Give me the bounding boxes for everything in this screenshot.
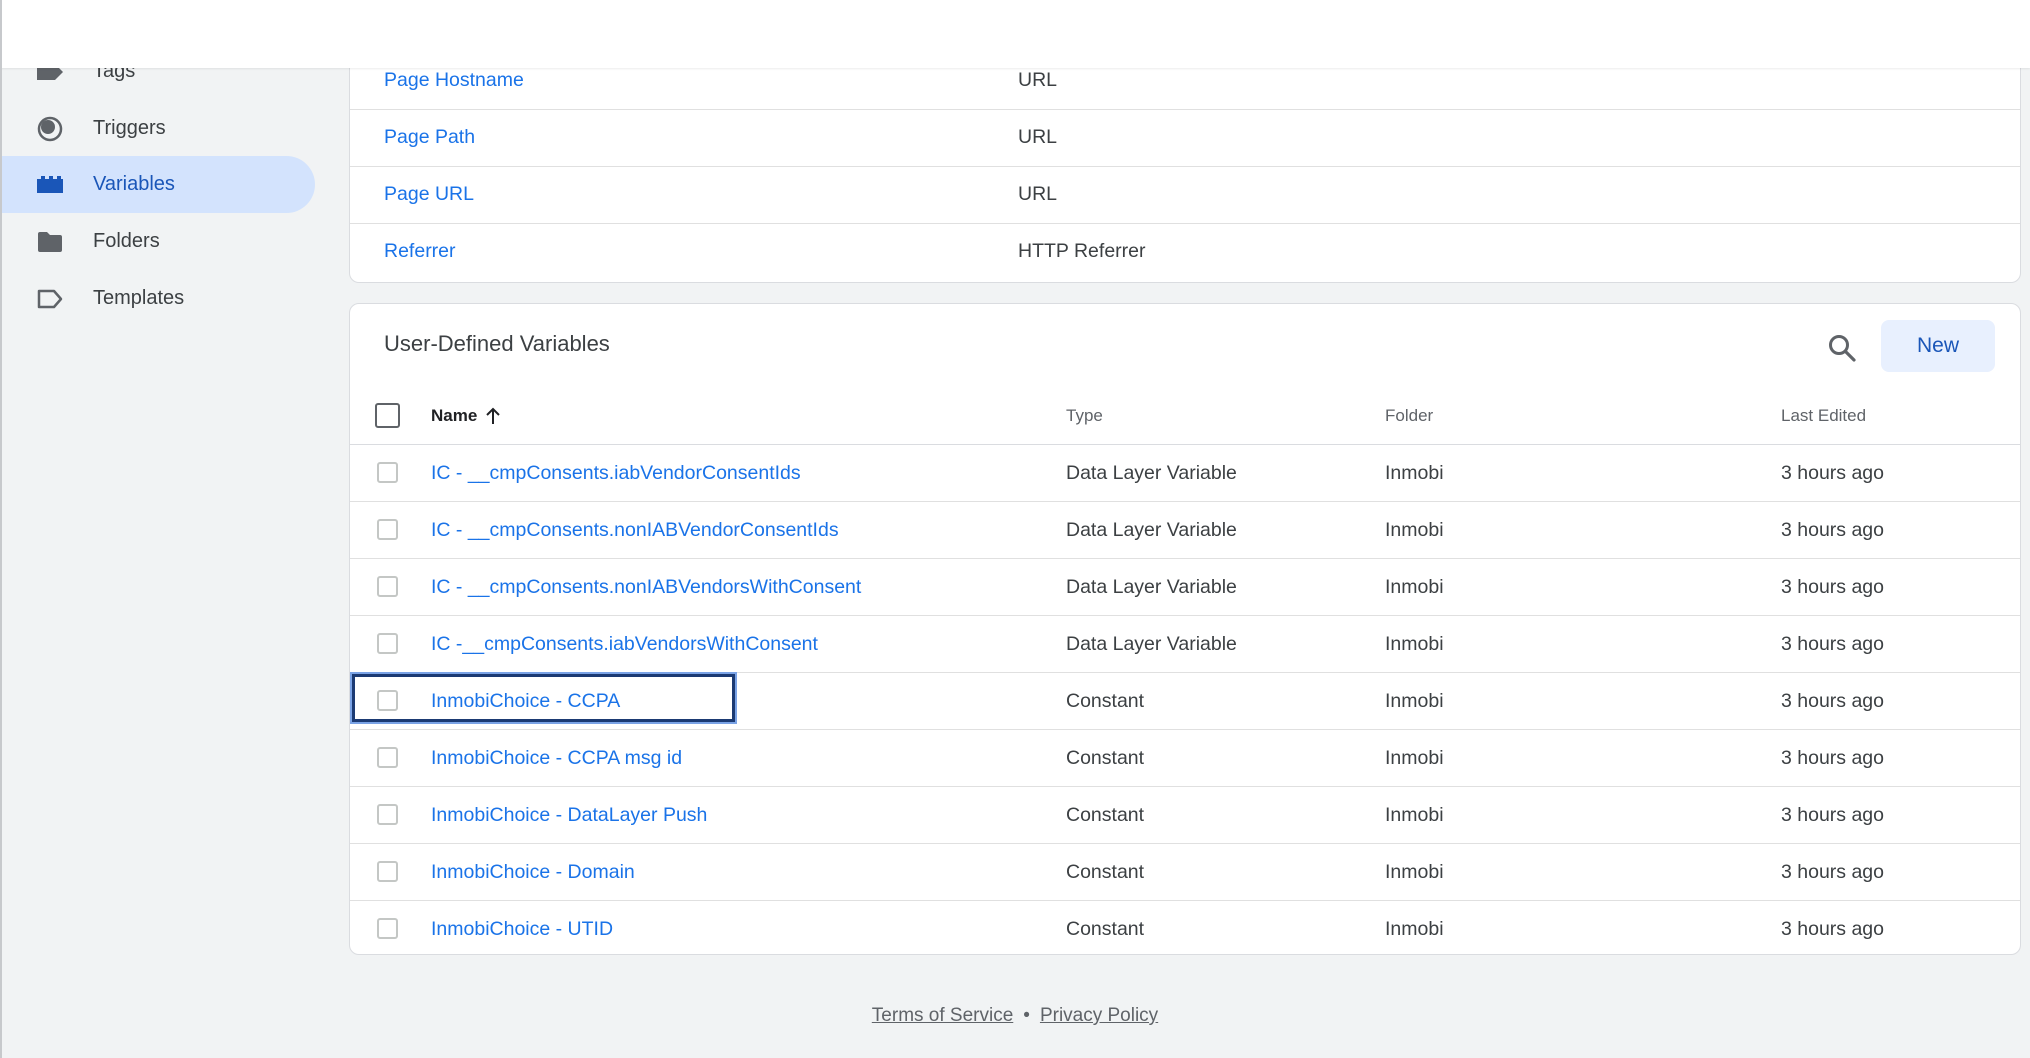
- row-checkbox[interactable]: [377, 918, 398, 939]
- variables-icon: [35, 170, 65, 200]
- table-header: Name Type Folder Last Edited: [350, 387, 2020, 445]
- row-checkbox[interactable]: [377, 804, 398, 825]
- variable-folder: Inmobi: [1385, 462, 1444, 484]
- table-row[interactable]: InmobiChoice - UTID Constant Inmobi 3 hours…: [350, 901, 2020, 957]
- search-icon: [1829, 335, 1856, 362]
- card-title: User-Defined Variables: [384, 331, 610, 356]
- row-checkbox[interactable]: [377, 519, 398, 540]
- variable-folder: Inmobi: [1385, 861, 1444, 883]
- table-row: Referrer HTTP Referrer: [350, 223, 2020, 280]
- variable-type: Constant: [1066, 690, 1145, 712]
- variable-name-link[interactable]: IC - __cmpConsents.iabVendorConsentIds: [431, 445, 801, 502]
- terms-of-service-link[interactable]: Terms of Service: [872, 1005, 1013, 1026]
- variable-last-edited: 3 hours ago: [1781, 519, 1884, 541]
- table-row[interactable]: IC - __cmpConsents.iabVendorConsentIds Da…: [350, 445, 2020, 502]
- variable-last-edited: 3 hours ago: [1781, 804, 1884, 826]
- row-checkbox[interactable]: [377, 861, 398, 882]
- table-row[interactable]: InmobiChoice - CCPA msg id Constant Inmobi…: [350, 730, 2020, 787]
- search-button[interactable]: [1820, 326, 1864, 370]
- row-checkbox[interactable]: [377, 633, 398, 654]
- variable-folder: Inmobi: [1385, 633, 1444, 655]
- row-checkbox[interactable]: [377, 690, 398, 711]
- variable-name-link[interactable]: InmobiChoice - CCPA msg id: [431, 730, 682, 787]
- column-header-name[interactable]: Name: [431, 387, 501, 444]
- variable-type: Constant: [1066, 918, 1145, 940]
- column-header-last-edited[interactable]: Last Edited: [1781, 387, 1866, 444]
- variable-last-edited: 3 hours ago: [1781, 633, 1884, 655]
- variable-type: Constant: [1066, 747, 1145, 769]
- variable-last-edited: 3 hours ago: [1781, 747, 1884, 769]
- table-row[interactable]: IC - __cmpConsents.nonIABVendorsWithCons…: [350, 559, 2020, 616]
- table-row[interactable]: InmobiChoice - CCPA Constant Inmobi 3 hours…: [350, 672, 2020, 730]
- footer-separator: •: [1023, 1005, 1030, 1026]
- row-checkbox[interactable]: [377, 576, 398, 597]
- sidebar-item-triggers[interactable]: Triggers: [0, 100, 315, 157]
- variable-last-edited: 3 hours ago: [1781, 690, 1884, 712]
- privacy-policy-link[interactable]: Privacy Policy: [1040, 1005, 1158, 1026]
- variable-type: Data Layer Variable: [1066, 576, 1237, 598]
- sidebar-item-templates[interactable]: Templates: [0, 270, 315, 327]
- column-header-folder[interactable]: Folder: [1385, 387, 1433, 444]
- variable-last-edited: 3 hours ago: [1781, 576, 1884, 598]
- variable-name-link[interactable]: Referrer: [384, 223, 456, 280]
- sidebar-item-label: Variables: [93, 173, 175, 195]
- variable-folder: Inmobi: [1385, 804, 1444, 826]
- variable-type: Data Layer Variable: [1066, 633, 1237, 655]
- row-checkbox[interactable]: [377, 747, 398, 768]
- row-checkbox[interactable]: [377, 462, 398, 483]
- variable-type: URL: [1018, 183, 1058, 205]
- arrow-up-icon: [486, 407, 501, 424]
- user-defined-variables-card: User-Defined Variables New Name Type Fol…: [349, 303, 2021, 955]
- variable-folder: Inmobi: [1385, 576, 1444, 598]
- table-row[interactable]: InmobiChoice - Domain Constant Inmobi 3 hou…: [350, 844, 2020, 901]
- variable-type: URL: [1018, 126, 1058, 148]
- footer: Terms of Service • Privacy Policy: [0, 1005, 2030, 1027]
- variable-name-link[interactable]: InmobiChoice - CCPA: [431, 673, 620, 730]
- builtin-variables-card: Page Hostname URL Page Path URL Page URL…: [349, 50, 2021, 283]
- variable-folder: Inmobi: [1385, 747, 1444, 769]
- variable-last-edited: 3 hours ago: [1781, 861, 1884, 883]
- sidebar-item-label: Folders: [93, 230, 160, 252]
- variable-name-link[interactable]: Page Path: [384, 109, 475, 166]
- top-app-bar: [0, 0, 2030, 68]
- new-variable-button[interactable]: New: [1881, 320, 1995, 372]
- variable-name-link[interactable]: InmobiChoice - Domain: [431, 844, 635, 901]
- variable-last-edited: 3 hours ago: [1781, 462, 1884, 484]
- variable-type: Data Layer Variable: [1066, 462, 1237, 484]
- table-row: Page URL URL: [350, 166, 2020, 224]
- sidebar-item-label: Triggers: [93, 117, 166, 139]
- table-row[interactable]: InmobiChoice - DataLayer Push Constant Inm…: [350, 787, 2020, 844]
- sidebar: Tags Triggers Variables Folders Template…: [0, 0, 330, 1058]
- select-all-checkbox[interactable]: [375, 403, 400, 428]
- folder-icon: [35, 227, 65, 257]
- variable-folder: Inmobi: [1385, 519, 1444, 541]
- sidebar-item-label: Templates: [93, 287, 185, 309]
- trigger-icon: [35, 114, 65, 144]
- table-row[interactable]: IC -__cmpConsents.iabVendorsWithConsent D…: [350, 616, 2020, 673]
- variable-name-link[interactable]: IC - __cmpConsents.nonIABVendorConsentId…: [431, 502, 839, 559]
- column-header-type[interactable]: Type: [1066, 387, 1103, 444]
- table-row: Page Path URL: [350, 109, 2020, 167]
- sidebar-item-variables[interactable]: Variables: [0, 156, 315, 213]
- template-icon: [35, 284, 65, 314]
- variable-type: HTTP Referrer: [1018, 240, 1146, 262]
- variable-name-link[interactable]: InmobiChoice - DataLayer Push: [431, 787, 707, 844]
- sidebar-item-folders[interactable]: Folders: [0, 213, 315, 270]
- variable-last-edited: 3 hours ago: [1781, 918, 1884, 940]
- variable-name-link[interactable]: IC -__cmpConsents.iabVendorsWithConsent: [431, 616, 818, 673]
- variable-type: Data Layer Variable: [1066, 519, 1237, 541]
- variable-type: Constant: [1066, 804, 1145, 826]
- variable-name-link[interactable]: InmobiChoice - UTID: [431, 901, 613, 958]
- variable-folder: Inmobi: [1385, 690, 1444, 712]
- variable-type: Constant: [1066, 861, 1145, 883]
- variable-name-link[interactable]: IC - __cmpConsents.nonIABVendorsWithCons…: [431, 559, 861, 616]
- window-edge: [0, 0, 2, 1058]
- table-row[interactable]: IC - __cmpConsents.nonIABVendorConsentId…: [350, 502, 2020, 559]
- variable-name-link[interactable]: Page URL: [384, 166, 474, 223]
- variable-folder: Inmobi: [1385, 918, 1444, 940]
